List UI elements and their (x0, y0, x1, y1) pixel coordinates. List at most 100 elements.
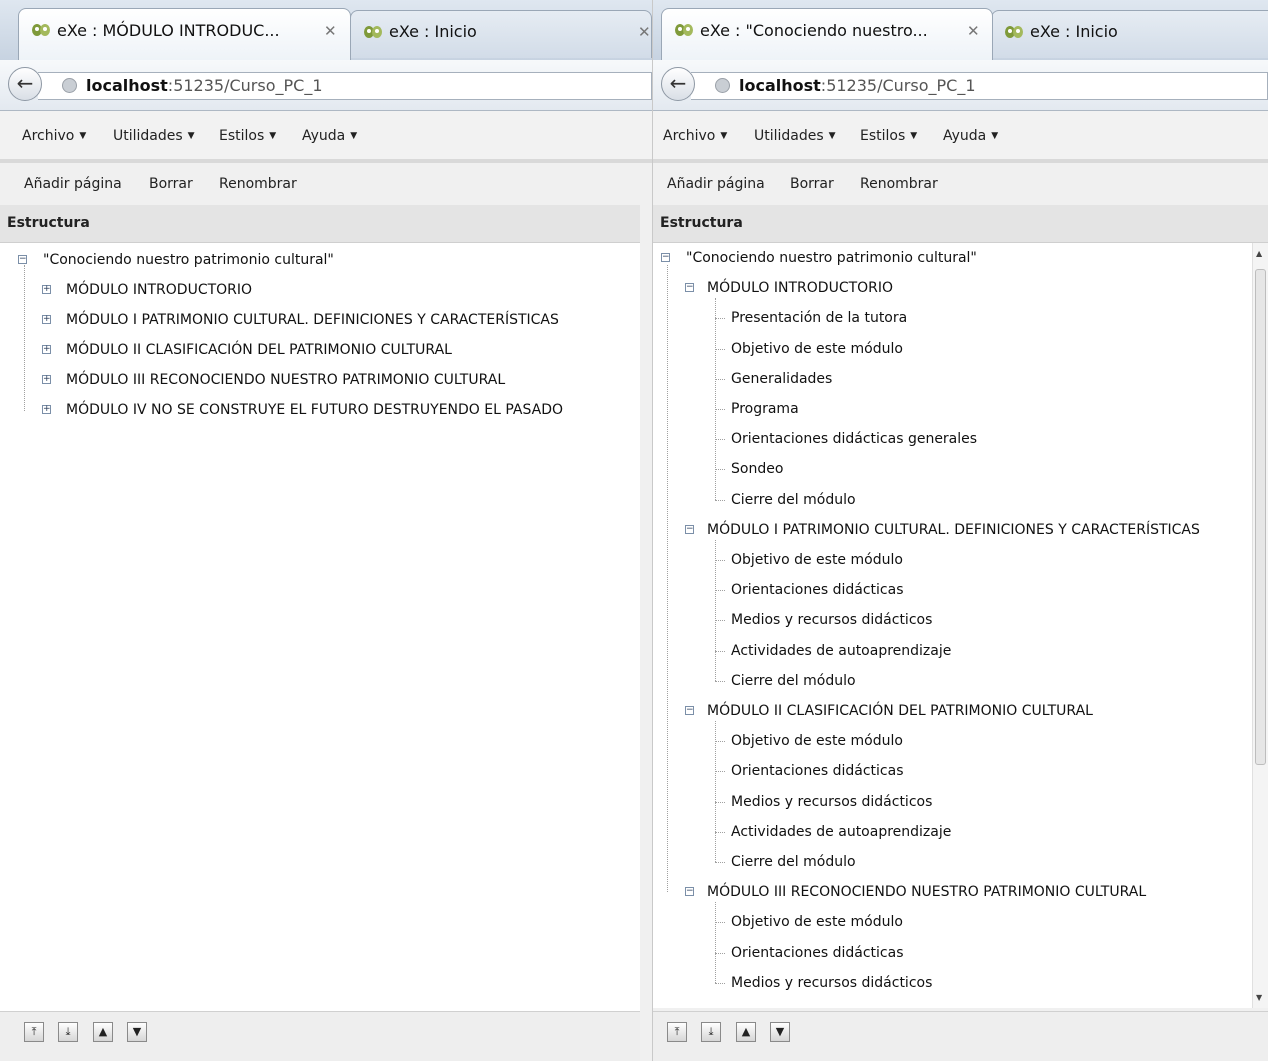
tree-page-node[interactable]: Actividades de autoaprendizaje (731, 641, 951, 661)
structure-header: Estructura (653, 205, 1268, 243)
tree-page-node[interactable]: Programa (731, 399, 799, 419)
tree-page-node[interactable]: Cierre del módulo (731, 671, 856, 691)
tree-page-node[interactable]: Objetivo de este módulo (731, 731, 903, 751)
delete-button[interactable]: Borrar (149, 176, 193, 192)
tree-page-node[interactable]: Orientaciones didácticas (731, 943, 904, 963)
tree-node-label: MÓDULO INTRODUCTORIO (66, 282, 253, 298)
tree-page-node[interactable]: Actividades de autoaprendizaje (731, 822, 951, 842)
url-field[interactable]: localhost:51235/Curso_PC_1 (38, 72, 652, 100)
tree-module-node[interactable]: + MÓDULO IV NO SE CONSTRUYE EL FUTURO DE… (42, 400, 563, 420)
menu-bar: Archivo ▼ Utilidades ▼ Estilos ▼ Ayuda ▼ (0, 111, 652, 163)
tree-page-node[interactable]: Presentación de la tutora (731, 308, 907, 328)
close-tab-icon[interactable]: ✕ (638, 11, 651, 53)
move-down-icon[interactable]: ▼ (770, 1022, 790, 1042)
tree-line (715, 378, 725, 380)
menu-ayuda[interactable]: Ayuda ▼ (302, 128, 357, 144)
tree-line (715, 620, 725, 622)
caret-down-icon: ▼ (828, 131, 836, 141)
add-page-button[interactable]: Añadir página (667, 176, 765, 192)
tree-page-node[interactable]: Objetivo de este módulo (731, 912, 903, 932)
expand-icon[interactable]: + (42, 345, 51, 354)
tab-modulo-introductorio[interactable]: eXe : MÓDULO INTRODUC... ✕ (18, 8, 351, 60)
exe-logo-icon (1005, 26, 1023, 38)
tree-line (715, 298, 716, 500)
tree-module-node[interactable]: − MÓDULO III RECONOCIENDO NUESTRO PATRIMO… (685, 882, 1146, 902)
tree-module-node[interactable]: − MÓDULO II CLASIFICACIÓN DEL PATRIMONIO … (685, 701, 1093, 721)
close-tab-icon[interactable]: ✕ (324, 9, 337, 53)
tab-conociendo[interactable]: eXe : "Conociendo nuestro... ✕ (661, 8, 993, 60)
move-bottom-icon[interactable]: ⤓ (58, 1022, 78, 1042)
move-up-icon[interactable]: ▲ (93, 1022, 113, 1042)
menu-estilos[interactable]: Estilos ▼ (219, 128, 276, 144)
tree-page-node[interactable]: Orientaciones didácticas (731, 761, 904, 781)
tree-page-node[interactable]: Medios y recursos didácticos (731, 610, 932, 630)
expand-icon[interactable]: + (42, 285, 51, 294)
collapse-icon[interactable]: − (18, 255, 27, 264)
tree-page-node[interactable]: Sondeo (731, 459, 783, 479)
tree-root-node[interactable]: − "Conociendo nuestro patrimonio cultura… (18, 250, 334, 270)
url-field[interactable]: localhost:51235/Curso_PC_1 (691, 72, 1268, 100)
tree-module-node[interactable]: + MÓDULO II CLASIFICACIÓN DEL PATRIMONIO… (42, 340, 452, 360)
tree-node-label: Presentación de la tutora (731, 310, 908, 327)
delete-button[interactable]: Borrar (790, 176, 834, 192)
collapse-icon[interactable]: − (685, 706, 694, 715)
tree-line (715, 348, 725, 350)
collapse-icon[interactable]: − (661, 253, 670, 262)
tree-module-node[interactable]: − MÓDULO I PATRIMONIO CULTURAL. DEFINICIO… (685, 520, 1200, 540)
tree-scrollbar[interactable]: ▲ ▼ (1252, 243, 1268, 1008)
tree-page-node[interactable]: Medios y recursos didácticos (731, 792, 932, 812)
structure-toolbar: Añadir página Borrar Renombrar (0, 163, 640, 205)
tree-node-label: Medios y recursos didácticos (731, 793, 933, 810)
tree-module-node[interactable]: + MÓDULO III RECONOCIENDO NUESTRO PATRIM… (42, 370, 505, 390)
tree-page-node[interactable]: Generalidades (731, 369, 832, 389)
collapse-icon[interactable]: − (685, 887, 694, 897)
tree-page-node[interactable]: Objetivo de este módulo (731, 339, 903, 359)
tree-node-label: Actividades de autoaprendizaje (731, 823, 952, 840)
scroll-up-icon[interactable]: ▲ (1256, 249, 1262, 258)
rename-button[interactable]: Renombrar (860, 176, 938, 192)
rename-button[interactable]: Renombrar (219, 176, 297, 192)
caret-down-icon: ▼ (991, 131, 999, 141)
menu-utilidades[interactable]: Utilidades ▼ (113, 128, 195, 144)
caret-down-icon: ▼ (187, 131, 195, 141)
tree-node-label: Medios y recursos didácticos (731, 612, 933, 629)
tree-module-node[interactable]: + MÓDULO I PATRIMONIO CULTURAL. DEFINICI… (42, 310, 559, 330)
back-button[interactable]: ← (8, 67, 42, 101)
tree-page-node[interactable]: Medios y recursos didácticos (731, 973, 932, 993)
menu-archivo[interactable]: Archivo ▼ (22, 128, 86, 144)
tree-module-node[interactable]: − MÓDULO INTRODUCTORIO (685, 278, 893, 298)
menu-ayuda[interactable]: Ayuda ▼ (943, 128, 998, 144)
scroll-down-icon[interactable]: ▼ (1256, 993, 1262, 1002)
tree-root-label: "Conociendo nuestro patrimonio cultural" (43, 252, 334, 268)
move-up-icon[interactable]: ▲ (736, 1022, 756, 1042)
menu-estilos[interactable]: Estilos ▼ (860, 128, 917, 144)
collapse-icon[interactable]: − (685, 283, 694, 293)
caret-down-icon: ▼ (269, 131, 277, 141)
move-top-icon[interactable]: ⤒ (24, 1022, 44, 1042)
menu-archivo[interactable]: Archivo ▼ (663, 128, 727, 144)
tree-page-node[interactable]: Cierre del módulo (731, 490, 856, 510)
tab-inicio[interactable]: eXe : Inicio ✕ (350, 10, 652, 58)
expand-icon[interactable]: + (42, 315, 51, 324)
tree-node-label: Orientaciones didácticas (731, 944, 904, 961)
tab-title: eXe : Inicio (389, 22, 477, 41)
menu-utilidades[interactable]: Utilidades ▼ (754, 128, 836, 144)
tab-inicio[interactable]: eXe : Inicio (991, 10, 1268, 58)
tree-page-node[interactable]: Orientaciones didácticas generales (731, 429, 977, 449)
move-down-icon[interactable]: ▼ (127, 1022, 147, 1042)
expand-icon[interactable]: + (42, 405, 51, 414)
expand-icon[interactable]: + (42, 375, 51, 384)
close-tab-icon[interactable]: ✕ (967, 9, 980, 53)
add-page-button[interactable]: Añadir página (24, 176, 122, 192)
scrollbar-thumb[interactable] (1255, 269, 1266, 765)
collapse-icon[interactable]: − (685, 524, 694, 534)
tree-page-node[interactable]: Orientaciones didácticas (731, 580, 904, 600)
back-button[interactable]: ← (661, 67, 695, 101)
tree-page-node[interactable]: Objetivo de este módulo (731, 550, 903, 570)
tree-line (715, 409, 725, 410)
tree-root-node[interactable]: − "Conociendo nuestro patrimonio cultural… (661, 248, 977, 268)
tree-page-node[interactable]: Cierre del módulo (731, 852, 856, 872)
move-top-icon[interactable]: ⤒ (667, 1022, 687, 1042)
move-bottom-icon[interactable]: ⤓ (701, 1022, 721, 1042)
tree-module-node[interactable]: + MÓDULO INTRODUCTORIO (42, 280, 252, 300)
